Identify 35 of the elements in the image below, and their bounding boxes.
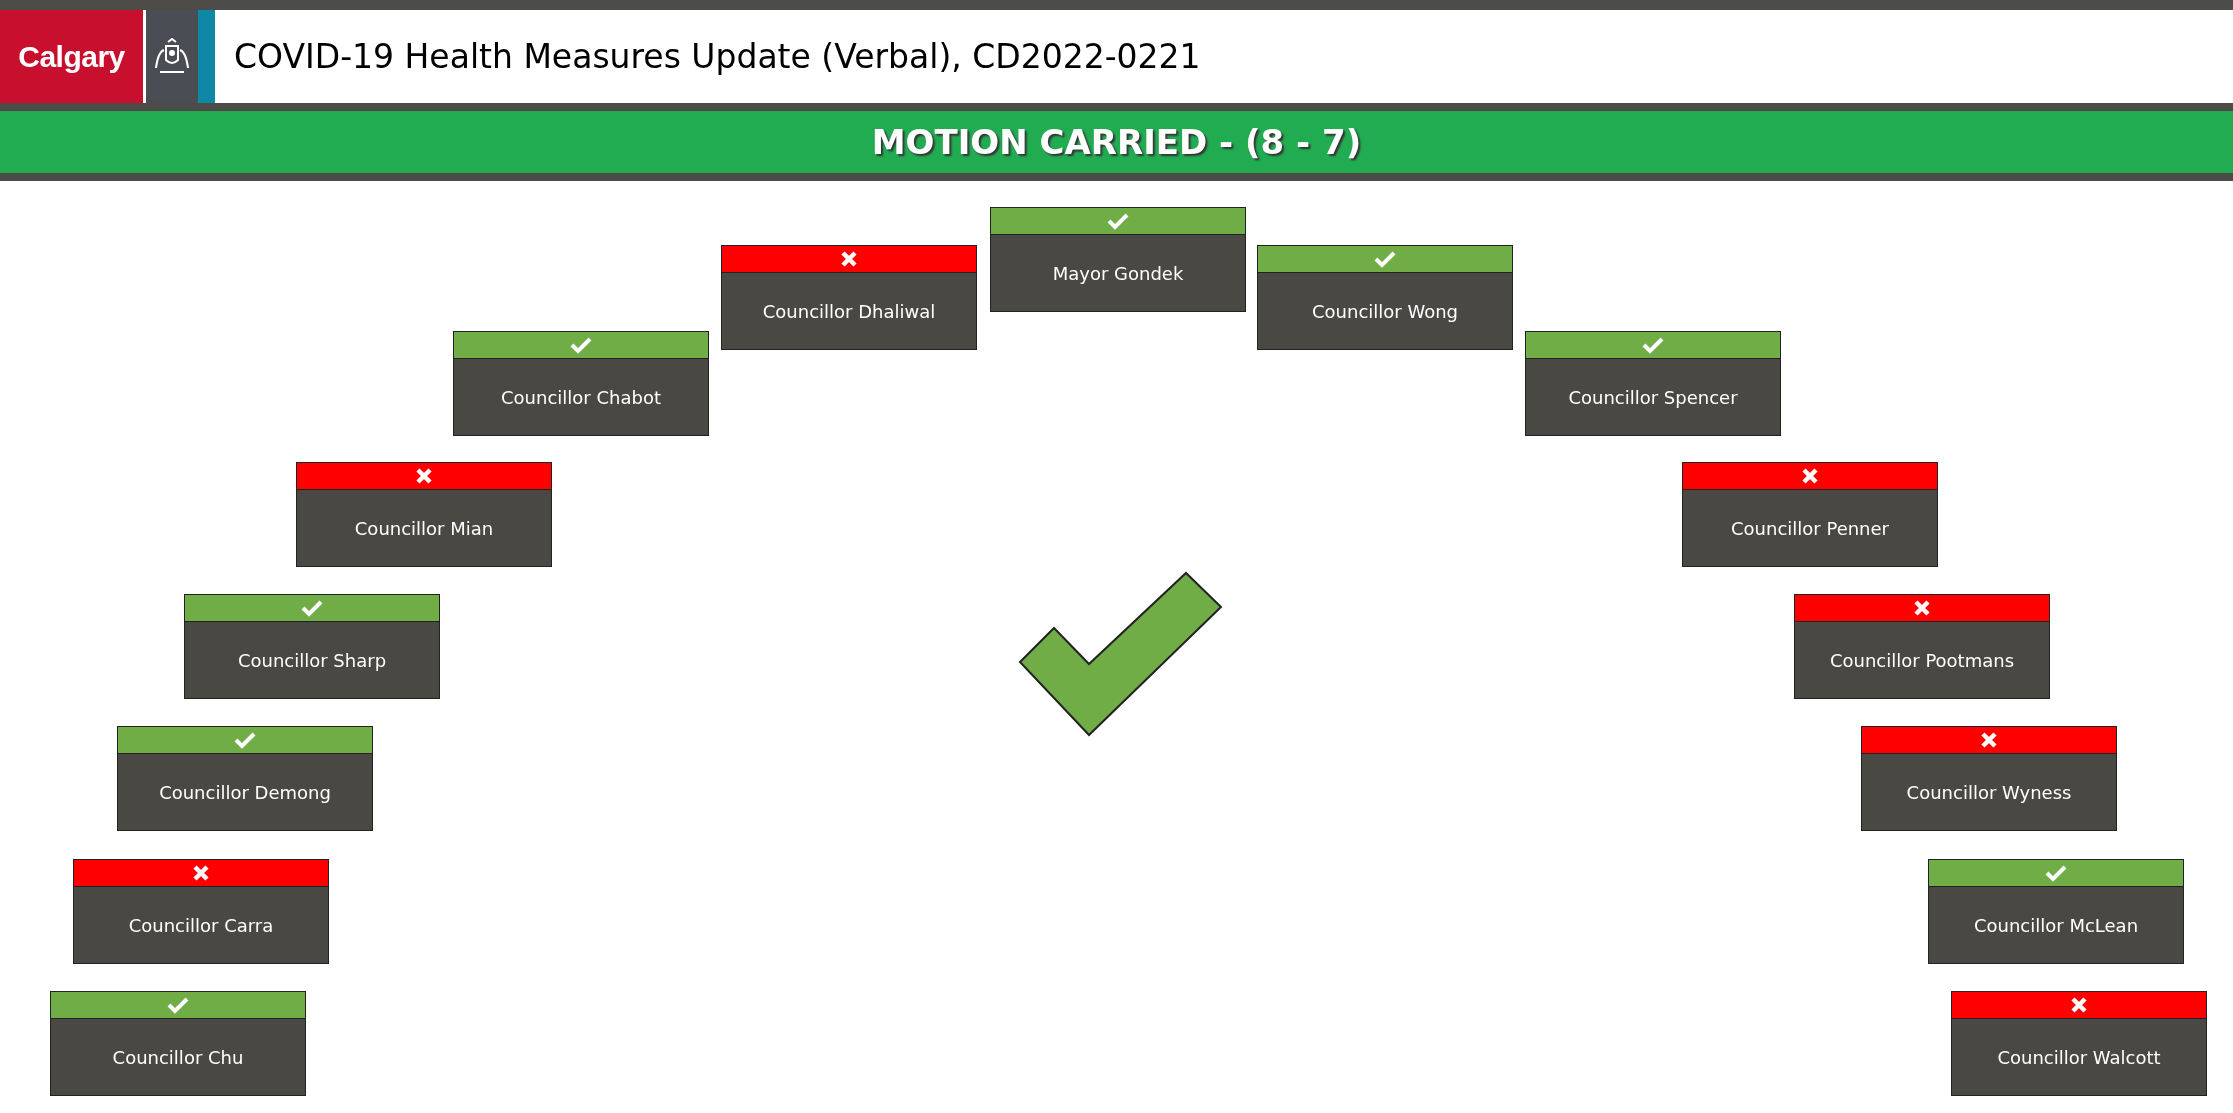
member-name: Councillor Sharp [237,649,387,671]
member-name: Councillor Dhaliwal [762,300,936,322]
member-name: Councillor Wong [1312,300,1458,322]
large-check-icon [1018,571,1224,737]
cross-icon [415,467,433,485]
member-name: Councillor Wyness [1906,781,2072,803]
member-name: Councillor Chu [112,1046,244,1068]
member-name: Councillor Walcott [1997,1046,2161,1068]
check-icon [1642,336,1664,354]
logo-text: Calgary [18,39,125,74]
cross-icon [192,864,210,882]
member-name: Councillor McLean [1973,914,2139,936]
check-icon [167,996,189,1014]
check-icon [2045,864,2067,882]
member-name: Councillor Mian [354,517,494,539]
cross-icon [1980,731,1998,749]
result-text: MOTION CARRIED - (8 - 7) [871,122,1362,162]
cross-icon [840,250,858,268]
member-name: Councillor Penner [1731,517,1889,539]
member-name: Councillor Spencer [1568,386,1738,408]
check-icon [234,731,256,749]
cross-icon [1801,467,1819,485]
member-name: Councillor Chabot [501,386,661,408]
crest-icon [152,37,192,76]
check-icon [1107,212,1129,230]
member-name: Mayor Gondek [1052,262,1184,284]
member-name: Councillor Demong [159,781,331,803]
cross-icon [1913,599,1931,617]
check-icon [301,599,323,617]
member-name: Councillor Pootmans [1829,649,2015,671]
check-icon [570,336,592,354]
cross-icon [2070,996,2088,1014]
check-icon [1374,250,1396,268]
page-title: COVID-19 Health Measures Update (Verbal), CD2022-0221 [234,37,1201,76]
member-name: Councillor Carra [128,914,274,936]
